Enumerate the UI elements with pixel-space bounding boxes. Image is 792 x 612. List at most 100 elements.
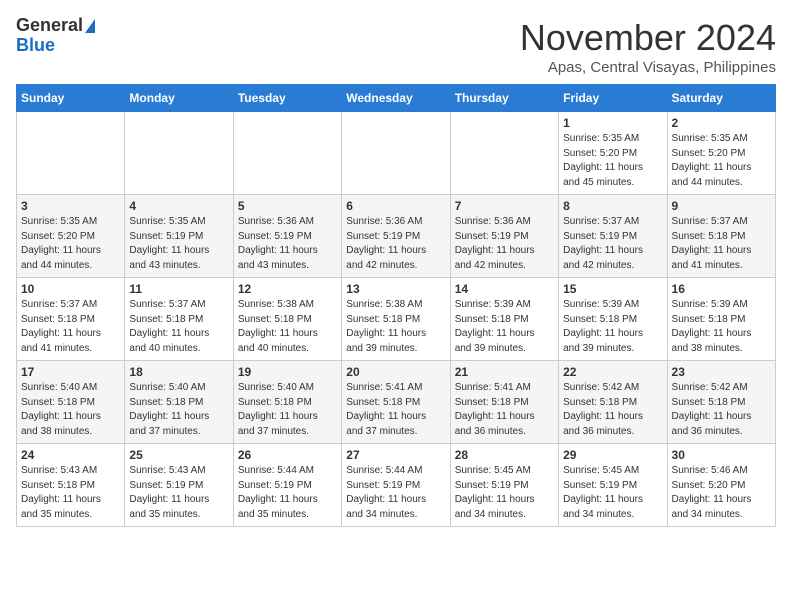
day-info: Sunrise: 5:44 AM Sunset: 5:19 PM Dayligh…: [346, 464, 445, 522]
calendar-week-3: 10Sunrise: 5:37 AM Sunset: 5:18 PM Dayli…: [17, 278, 776, 361]
day-info: Sunrise: 5:36 AM Sunset: 5:19 PM Dayligh…: [238, 215, 337, 273]
day-info: Sunrise: 5:45 AM Sunset: 5:19 PM Dayligh…: [455, 464, 554, 522]
calendar-cell: 10Sunrise: 5:37 AM Sunset: 5:18 PM Dayli…: [17, 278, 125, 361]
calendar-cell: 23Sunrise: 5:42 AM Sunset: 5:18 PM Dayli…: [667, 361, 775, 444]
calendar-cell: 12 Sunrise: 5:38 AM Sunset: 5:18 PM Dayli…: [233, 278, 341, 361]
calendar-header-sunday: Sunday: [17, 85, 125, 112]
day-number: 6: [346, 199, 445, 213]
day-number: 30: [672, 448, 771, 462]
day-number: 21: [455, 365, 554, 379]
title-area: November 2024 Apas, Central Visayas, Phi…: [520, 16, 776, 76]
day-info: Sunrise: 5:35 AM Sunset: 5:20 PM Dayligh…: [672, 132, 771, 190]
calendar-cell: [233, 112, 341, 195]
calendar-week-1: 1 Sunrise: 5:35 AM Sunset: 5:20 PM Daylig…: [17, 112, 776, 195]
calendar-cell: 22Sunrise: 5:42 AM Sunset: 5:18 PM Dayli…: [559, 361, 667, 444]
calendar-cell: 3 Sunrise: 5:35 AM Sunset: 5:20 PM Daylig…: [17, 195, 125, 278]
day-number: 26: [238, 448, 337, 462]
calendar-cell: 26 Sunrise: 5:44 AM Sunset: 5:19 PM Dayli…: [233, 444, 341, 527]
day-info: Sunrise: 5:37 AM Sunset: 5:18 PM Dayligh…: [129, 298, 228, 356]
day-info: Sunrise: 5:36 AM Sunset: 5:19 PM Dayligh…: [346, 215, 445, 273]
day-number: 2: [672, 116, 771, 130]
day-number: 29: [563, 448, 662, 462]
calendar-cell: [125, 112, 233, 195]
location-title: Apas, Central Visayas, Philippines: [520, 59, 776, 76]
day-number: 20: [346, 365, 445, 379]
day-number: 25: [129, 448, 228, 462]
logo-general-text: General: [16, 16, 83, 36]
day-number: 1: [563, 116, 662, 130]
day-info: Sunrise: 5:42 AM Sunset: 5:18 PM Dayligh…: [672, 381, 771, 439]
calendar-cell: 7 Sunrise: 5:36 AM Sunset: 5:19 PM Daylig…: [450, 195, 558, 278]
calendar-header-wednesday: Wednesday: [342, 85, 450, 112]
calendar-cell: 29 Sunrise: 5:45 AM Sunset: 5:19 PM Dayli…: [559, 444, 667, 527]
day-info: Sunrise: 5:43 AM Sunset: 5:19 PM Dayligh…: [129, 464, 228, 522]
calendar-cell: 17 Sunrise: 5:40 AM Sunset: 5:18 PM Dayli…: [17, 361, 125, 444]
day-info: Sunrise: 5:40 AM Sunset: 5:18 PM Dayligh…: [238, 381, 337, 439]
page-header: General Blue November 2024 Apas, Central…: [16, 16, 776, 76]
calendar-header-monday: Monday: [125, 85, 233, 112]
calendar-cell: 8 Sunrise: 5:37 AM Sunset: 5:19 PM Daylig…: [559, 195, 667, 278]
day-number: 8: [563, 199, 662, 213]
calendar-cell: 20 Sunrise: 5:41 AM Sunset: 5:18 PM Dayli…: [342, 361, 450, 444]
calendar-cell: 27 Sunrise: 5:44 AM Sunset: 5:19 PM Dayli…: [342, 444, 450, 527]
calendar-cell: 5 Sunrise: 5:36 AM Sunset: 5:19 PM Daylig…: [233, 195, 341, 278]
day-info: Sunrise: 5:46 AM Sunset: 5:20 PM Dayligh…: [672, 464, 771, 522]
calendar-header-tuesday: Tuesday: [233, 85, 341, 112]
day-info: Sunrise: 5:38 AM Sunset: 5:18 PM Dayligh…: [238, 298, 337, 356]
calendar-cell: 19Sunrise: 5:40 AM Sunset: 5:18 PM Dayli…: [233, 361, 341, 444]
calendar-cell: 2 Sunrise: 5:35 AM Sunset: 5:20 PM Daylig…: [667, 112, 775, 195]
calendar-cell: 18 Sunrise: 5:40 AM Sunset: 5:18 PM Dayli…: [125, 361, 233, 444]
calendar-week-5: 24Sunrise: 5:43 AM Sunset: 5:18 PM Dayli…: [17, 444, 776, 527]
logo-triangle-icon: [85, 19, 95, 33]
month-title: November 2024: [520, 16, 776, 59]
day-info: Sunrise: 5:36 AM Sunset: 5:19 PM Dayligh…: [455, 215, 554, 273]
day-info: Sunrise: 5:35 AM Sunset: 5:19 PM Dayligh…: [129, 215, 228, 273]
calendar-cell: 1 Sunrise: 5:35 AM Sunset: 5:20 PM Daylig…: [559, 112, 667, 195]
calendar-cell: 16 Sunrise: 5:39 AM Sunset: 5:18 PM Dayli…: [667, 278, 775, 361]
day-number: 17: [21, 365, 120, 379]
calendar-cell: 28Sunrise: 5:45 AM Sunset: 5:19 PM Dayli…: [450, 444, 558, 527]
calendar-cell: 21 Sunrise: 5:41 AM Sunset: 5:18 PM Dayli…: [450, 361, 558, 444]
day-info: Sunrise: 5:39 AM Sunset: 5:18 PM Dayligh…: [455, 298, 554, 356]
day-number: 3: [21, 199, 120, 213]
calendar-header-friday: Friday: [559, 85, 667, 112]
day-number: 27: [346, 448, 445, 462]
day-info: Sunrise: 5:37 AM Sunset: 5:19 PM Dayligh…: [563, 215, 662, 273]
day-number: 16: [672, 282, 771, 296]
logo: General Blue: [16, 16, 95, 56]
day-info: Sunrise: 5:44 AM Sunset: 5:19 PM Dayligh…: [238, 464, 337, 522]
day-number: 24: [21, 448, 120, 462]
calendar-header-saturday: Saturday: [667, 85, 775, 112]
logo-blue-text: Blue: [16, 36, 55, 56]
calendar-cell: 30 Sunrise: 5:46 AM Sunset: 5:20 PM Dayli…: [667, 444, 775, 527]
day-info: Sunrise: 5:38 AM Sunset: 5:18 PM Dayligh…: [346, 298, 445, 356]
day-info: Sunrise: 5:42 AM Sunset: 5:18 PM Dayligh…: [563, 381, 662, 439]
day-number: 15: [563, 282, 662, 296]
day-number: 7: [455, 199, 554, 213]
calendar-cell: 11Sunrise: 5:37 AM Sunset: 5:18 PM Dayli…: [125, 278, 233, 361]
calendar-cell: 15Sunrise: 5:39 AM Sunset: 5:18 PM Dayli…: [559, 278, 667, 361]
day-info: Sunrise: 5:45 AM Sunset: 5:19 PM Dayligh…: [563, 464, 662, 522]
day-info: Sunrise: 5:40 AM Sunset: 5:18 PM Dayligh…: [21, 381, 120, 439]
day-number: 14: [455, 282, 554, 296]
calendar-cell: 25 Sunrise: 5:43 AM Sunset: 5:19 PM Dayli…: [125, 444, 233, 527]
calendar-cell: 4 Sunrise: 5:35 AM Sunset: 5:19 PM Daylig…: [125, 195, 233, 278]
day-info: Sunrise: 5:39 AM Sunset: 5:18 PM Dayligh…: [672, 298, 771, 356]
day-number: 4: [129, 199, 228, 213]
day-info: Sunrise: 5:35 AM Sunset: 5:20 PM Dayligh…: [21, 215, 120, 273]
day-info: Sunrise: 5:35 AM Sunset: 5:20 PM Dayligh…: [563, 132, 662, 190]
day-number: 5: [238, 199, 337, 213]
calendar-cell: 13Sunrise: 5:38 AM Sunset: 5:18 PM Dayli…: [342, 278, 450, 361]
day-info: Sunrise: 5:41 AM Sunset: 5:18 PM Dayligh…: [346, 381, 445, 439]
calendar-cell: 14 Sunrise: 5:39 AM Sunset: 5:18 PM Dayli…: [450, 278, 558, 361]
day-info: Sunrise: 5:41 AM Sunset: 5:18 PM Dayligh…: [455, 381, 554, 439]
calendar-cell: 6 Sunrise: 5:36 AM Sunset: 5:19 PM Daylig…: [342, 195, 450, 278]
day-number: 12: [238, 282, 337, 296]
calendar-table: SundayMondayTuesdayWednesdayThursdayFrid…: [16, 84, 776, 527]
calendar-week-2: 3 Sunrise: 5:35 AM Sunset: 5:20 PM Daylig…: [17, 195, 776, 278]
day-number: 18: [129, 365, 228, 379]
day-info: Sunrise: 5:40 AM Sunset: 5:18 PM Dayligh…: [129, 381, 228, 439]
calendar-cell: [450, 112, 558, 195]
calendar-header-row: SundayMondayTuesdayWednesdayThursdayFrid…: [17, 85, 776, 112]
day-number: 9: [672, 199, 771, 213]
